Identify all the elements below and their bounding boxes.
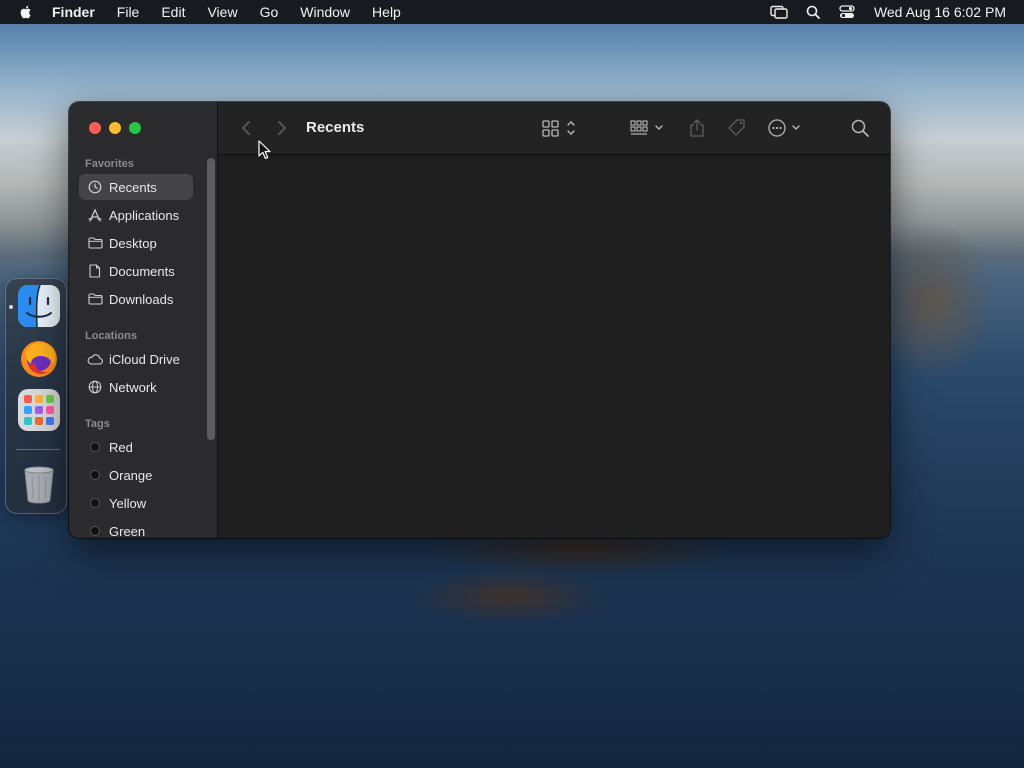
search-icon <box>851 119 869 137</box>
finder-main: Recents <box>218 102 890 538</box>
dock-separator <box>16 449 60 450</box>
clock-icon <box>87 179 103 195</box>
dock <box>5 278 67 514</box>
file-list-area[interactable] <box>218 156 890 538</box>
tag-dot-icon <box>90 442 100 452</box>
sidebar-item-tag-green[interactable]: Green <box>79 518 193 538</box>
chevron-right-icon <box>278 121 286 135</box>
mouse-cursor-icon <box>258 140 271 159</box>
tags-button[interactable] <box>726 117 748 139</box>
group-grid-icon <box>630 120 663 135</box>
folder-icon <box>87 291 103 307</box>
sidebar-item-label: Red <box>109 439 133 455</box>
sidebar-item-label: Green <box>109 523 146 539</box>
tags-section-title: Tags <box>85 418 110 430</box>
menu-window[interactable]: Window <box>300 0 350 24</box>
sidebar-item-network[interactable]: Network <box>79 374 193 400</box>
tag-dot-icon <box>90 470 100 480</box>
spotlight-search-icon[interactable] <box>804 4 822 20</box>
menu-edit[interactable]: Edit <box>161 0 185 24</box>
folder-icon <box>87 235 103 251</box>
favorites-section-title: Favorites <box>85 158 134 170</box>
sidebar-item-label: Recents <box>109 179 157 195</box>
sidebar-item-tag-orange[interactable]: Orange <box>79 462 193 488</box>
sidebar-item-label: Yellow <box>109 495 147 511</box>
forward-button[interactable] <box>272 119 292 137</box>
sidebar-item-label: Network <box>109 379 157 395</box>
view-mode-button[interactable] <box>542 117 580 139</box>
tag-dot-icon <box>90 498 100 508</box>
finder-window: Favorites Recents Applications Desktop D… <box>69 102 890 538</box>
tag-icon <box>728 119 745 136</box>
applications-icon <box>87 207 103 223</box>
sidebar-item-label: Downloads <box>109 291 174 307</box>
globe-icon <box>87 379 103 395</box>
menu-bar: Finder File Edit View Go Window Help Wed… <box>0 0 1024 24</box>
sidebar-item-label: Applications <box>109 207 180 223</box>
sidebar-item-tag-yellow[interactable]: Yellow <box>79 490 193 516</box>
sidebar-item-desktop[interactable]: Desktop <box>79 230 193 256</box>
sidebar-item-downloads[interactable]: Downloads <box>79 286 193 312</box>
menu-app-finder[interactable]: Finder <box>52 0 95 24</box>
chevron-left-icon <box>242 121 250 135</box>
running-indicator <box>9 305 13 309</box>
apple-menu-icon[interactable] <box>18 4 34 20</box>
menu-bar-status: Wed Aug 16 6:02 PM <box>754 0 1006 24</box>
share-icon <box>690 119 704 137</box>
maximize-button[interactable] <box>129 122 141 134</box>
cloud-icon <box>87 351 103 367</box>
finder-sidebar: Favorites Recents Applications Desktop D… <box>69 102 218 538</box>
sidebar-item-recents[interactable]: Recents <box>79 174 193 200</box>
group-by-button[interactable] <box>630 117 668 139</box>
sidebar-item-applications[interactable]: Applications <box>79 202 193 228</box>
ellipsis-circle-icon <box>768 119 800 137</box>
icon-view-grid-icon <box>542 120 575 137</box>
control-center-icon[interactable] <box>838 4 856 20</box>
dock-finder-icon[interactable] <box>18 285 60 327</box>
sidebar-scrollbar[interactable] <box>207 158 215 440</box>
locations-section-title: Locations <box>85 330 137 342</box>
sidebar-item-label: Documents <box>109 263 175 279</box>
sidebar-item-icloud-drive[interactable]: iCloud Drive <box>79 346 193 372</box>
screen-mirroring-icon[interactable] <box>770 4 788 20</box>
menu-view[interactable]: View <box>207 0 237 24</box>
minimize-button[interactable] <box>109 122 121 134</box>
dock-trash-icon[interactable] <box>18 463 60 505</box>
window-controls <box>89 122 149 134</box>
back-button[interactable] <box>236 119 256 137</box>
share-button[interactable] <box>688 117 706 139</box>
finder-toolbar: Recents <box>218 102 890 155</box>
sidebar-item-label: Orange <box>109 467 153 483</box>
action-menu-button[interactable] <box>768 117 804 139</box>
menu-bar-clock[interactable]: Wed Aug 16 6:02 PM <box>874 4 1006 20</box>
window-title: Recents <box>306 119 365 136</box>
search-button[interactable] <box>850 117 870 139</box>
tag-dot-icon <box>90 526 100 536</box>
menu-help[interactable]: Help <box>372 0 401 24</box>
dock-firefox-icon[interactable] <box>18 337 60 379</box>
sidebar-item-label: iCloud Drive <box>109 351 180 367</box>
menu-file[interactable]: File <box>117 0 140 24</box>
close-button[interactable] <box>89 122 101 134</box>
sidebar-item-documents[interactable]: Documents <box>79 258 193 284</box>
dock-launchpad-icon[interactable] <box>18 389 60 431</box>
sidebar-item-label: Desktop <box>109 235 157 251</box>
document-icon <box>87 263 103 279</box>
sidebar-item-tag-red[interactable]: Red <box>79 434 193 460</box>
menu-go[interactable]: Go <box>260 0 279 24</box>
